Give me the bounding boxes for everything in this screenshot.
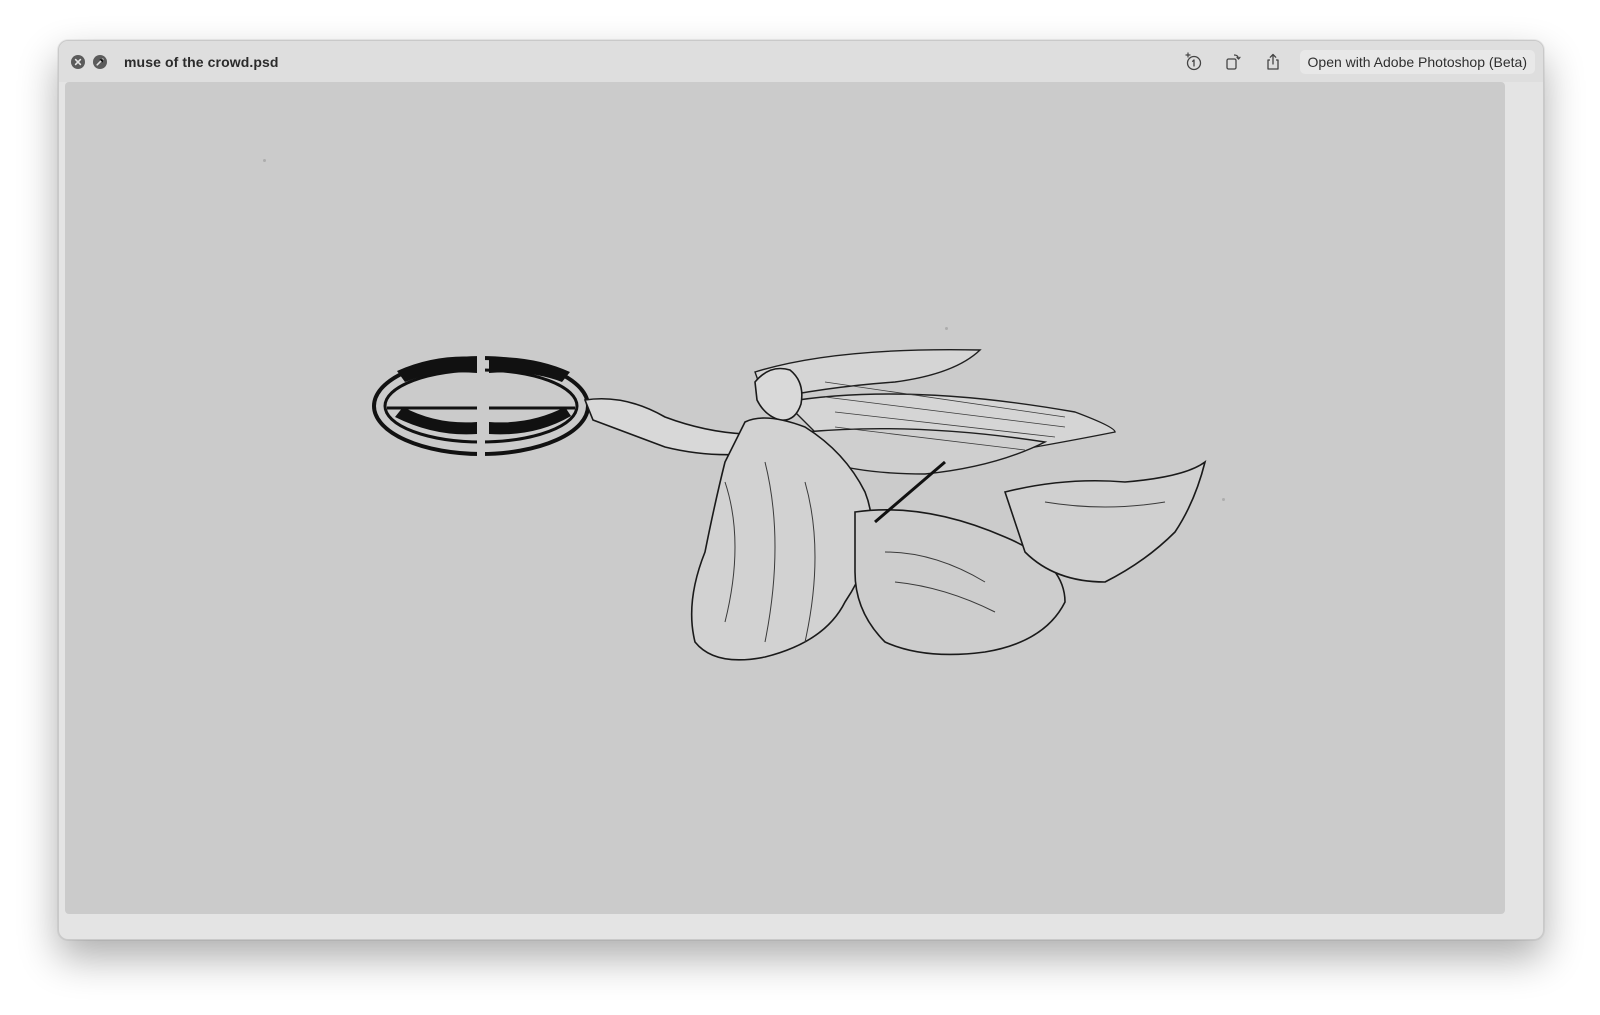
- title-bar[interactable]: muse of the crowd.psd Open with Adobe Ph…: [59, 41, 1543, 82]
- fullscreen-button[interactable]: [93, 54, 107, 69]
- rotate-button[interactable]: [1218, 49, 1248, 75]
- toolbar: Open with Adobe Photoshop (Beta): [1178, 41, 1535, 82]
- engraving-illustration: [372, 348, 1207, 661]
- open-with-button[interactable]: Open with Adobe Photoshop (Beta): [1299, 49, 1535, 74]
- quicklook-window: muse of the crowd.psd Open with Adobe Ph…: [58, 40, 1544, 940]
- wreath-ring: [372, 354, 590, 458]
- window-controls: [71, 54, 107, 69]
- rotate-icon: [1225, 53, 1241, 70]
- markup-icon: [1184, 51, 1201, 70]
- window-title: muse of the crowd.psd: [124, 53, 279, 70]
- image-preview: [65, 82, 1505, 914]
- close-button[interactable]: [71, 54, 85, 69]
- markup-button[interactable]: [1178, 49, 1208, 75]
- fullscreen-icon: [96, 57, 104, 66]
- share-button[interactable]: [1258, 49, 1288, 75]
- figure-arm: [583, 397, 748, 456]
- share-icon: [1266, 53, 1279, 70]
- close-icon: [74, 58, 82, 65]
